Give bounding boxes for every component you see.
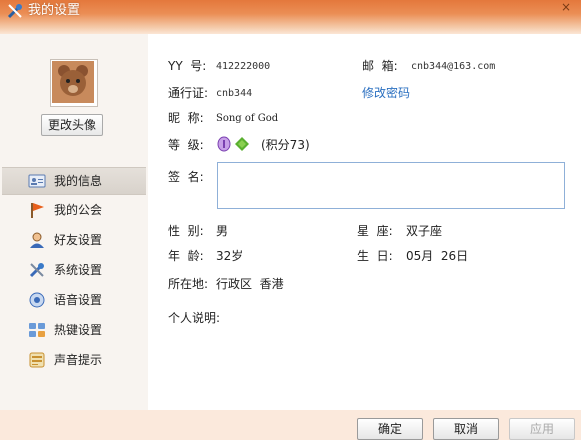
sidebar-item-my-guild[interactable]: 我的公会 [2,197,146,223]
email-value: cnb344@163.com [411,61,496,72]
personal-intro-label: 个人说明: [168,311,221,325]
nickname-label: 昵 称: [168,111,204,125]
zodiac-value: 双子座 [406,224,443,238]
title-bar: 我的设置 × [0,0,581,34]
passport-label: 通行证: [168,86,209,100]
zodiac-label: 星 座: [357,224,393,238]
nickname-value: Song of God [216,113,279,124]
birthday-value: 05月 26日 [406,249,469,263]
sidebar-item-label: 系统设置 [54,263,103,277]
cancel-button[interactable]: 取消 [433,418,499,440]
flag-icon [28,201,46,219]
settings-tools-icon [6,2,24,20]
yy-number-label: YY 号: [168,59,207,73]
age-label: 年 龄: [168,249,204,263]
sidebar-item-sound-alerts[interactable]: 声音提示 [2,347,146,373]
window-title: 我的设置 [28,3,81,18]
gender-value: 男 [216,224,229,238]
gender-label: 性 别: [168,224,204,238]
sidebar-item-system-settings[interactable]: 系统设置 [2,257,146,283]
ok-button[interactable]: 确定 [357,418,423,440]
sidebar-item-label: 热键设置 [54,323,103,337]
friend-icon [28,231,46,249]
tools-icon [28,261,46,279]
sidebar-item-friend-settings[interactable]: 好友设置 [2,227,146,253]
sidebar-item-voice-settings[interactable]: 语音设置 [2,287,146,313]
sidebar-item-my-info[interactable]: 我的信息 [2,167,146,195]
level-label: 等 级: [168,138,204,152]
location-value: 行政区 香港 [216,277,284,291]
sidebar-item-label: 我的公会 [54,203,103,217]
location-label: 所在地: [168,277,209,291]
signature-input[interactable] [217,162,565,209]
avatar [50,59,98,107]
sound-icon [28,351,46,369]
level-tree-icon [234,136,250,156]
voice-icon [28,291,46,309]
birthday-label: 生 日: [357,249,393,263]
yy-number-value: 412222000 [216,61,271,72]
change-password-link[interactable]: 修改密码 [362,85,410,101]
age-value: 32岁 [216,249,244,263]
close-button[interactable]: × [556,0,576,14]
sidebar-item-label: 我的信息 [54,174,103,188]
signature-label: 签 名: [168,170,204,184]
level-badge-icon [216,136,232,156]
sidebar-item-label: 好友设置 [54,233,103,247]
sidebar-item-label: 语音设置 [54,293,103,307]
level-points: (积分73) [261,138,310,152]
sidebar-item-label: 声音提示 [54,353,103,367]
email-label: 邮 箱: [362,59,398,73]
passport-value: cnb344 [216,88,253,99]
change-avatar-button[interactable]: 更改头像 [41,114,103,136]
id-card-icon [28,172,46,190]
apply-button[interactable]: 应用 [509,418,575,440]
hotkey-icon [28,321,46,339]
level-badges [216,135,252,153]
sidebar-item-hotkey-settings[interactable]: 热键设置 [2,317,146,343]
